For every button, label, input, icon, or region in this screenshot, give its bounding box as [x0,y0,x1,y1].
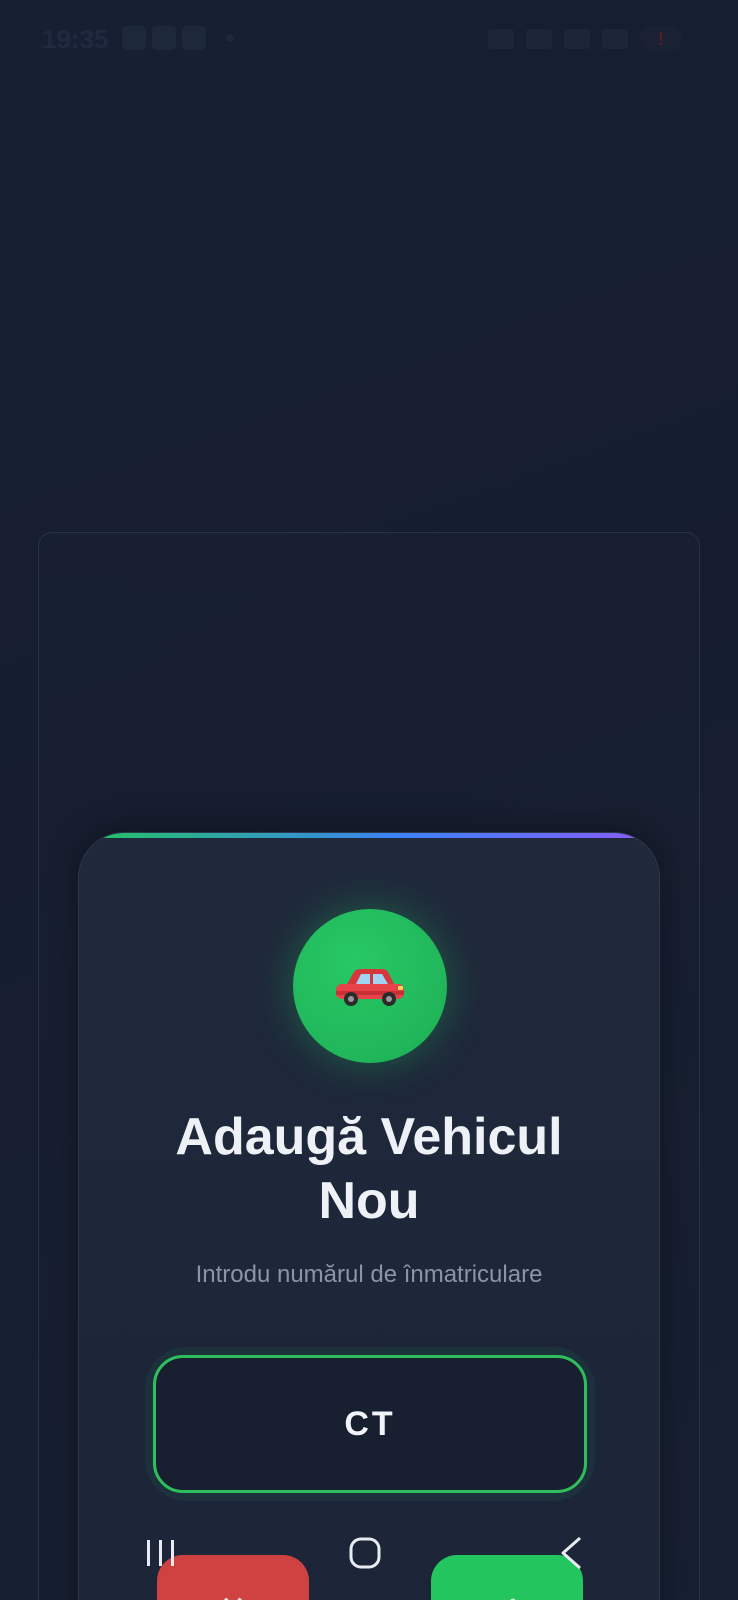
wifi-icon [564,29,590,49]
status-system-icons: ! [488,26,682,52]
navigation-bar [0,1518,738,1600]
add-vehicle-modal: Adaugă Vehicul Nou Introdu numărul de în… [78,832,660,1600]
mute-icon [526,29,552,49]
status-time: 19:35 [42,24,109,54]
home-icon[interactable] [348,1536,382,1570]
car-icon [336,969,404,1006]
modal-accent-bar [79,833,659,838]
battery-icon: ! [640,26,682,52]
status-notification-icons [122,26,234,50]
signal-icon [602,29,628,49]
status-bar: 19:35 ! [0,0,738,80]
plate-input-wrapper [153,1355,587,1493]
license-plate-input[interactable] [153,1355,587,1493]
recents-icon[interactable] [145,1538,177,1568]
screen: 19:35 ! Adaugă Vehicul Nou Introdu număr… [0,0,738,1600]
more-notifications-dot [226,34,234,42]
briefcase-icon [182,26,206,50]
car-icon-badge [293,909,447,1063]
notification-icon [122,26,146,50]
back-icon[interactable] [558,1536,584,1570]
key-icon [488,29,514,49]
modal-title: Adaugă Vehicul Nou [175,1108,563,1230]
modal-subtitle: Introdu numărul de înmatriculare [195,1261,543,1288]
notification-icon [152,26,176,50]
